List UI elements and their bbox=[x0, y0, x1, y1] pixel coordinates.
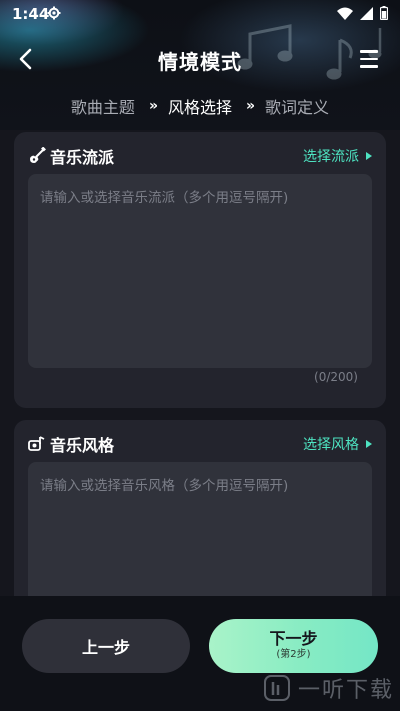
next-step-label: 下一步 bbox=[269, 629, 318, 648]
style-input[interactable] bbox=[28, 462, 372, 596]
watermark-logo-icon bbox=[263, 675, 290, 701]
form-content[interactable]: 音乐流派 选择流派 (0/200) 音乐风格 选择风格 bbox=[0, 130, 400, 596]
genre-title: 音乐流派 bbox=[28, 144, 114, 168]
status-icons bbox=[337, 6, 388, 20]
settings-gear-icon bbox=[47, 6, 61, 20]
step-indicator: 歌曲主题 » 风格选择 » 歌词定义 bbox=[0, 94, 400, 118]
watermark-text: 一听下载 bbox=[297, 678, 394, 703]
genre-card-header: 音乐流派 选择流派 bbox=[28, 144, 372, 168]
wifi-icon bbox=[337, 7, 353, 20]
signal-icon bbox=[360, 6, 373, 20]
step-song-theme[interactable]: 歌曲主题 bbox=[71, 94, 135, 118]
step-lyrics-define[interactable]: 歌词定义 bbox=[265, 94, 329, 118]
genre-title-text: 音乐流派 bbox=[50, 148, 115, 167]
genre-input[interactable] bbox=[28, 174, 372, 368]
genre-card: 音乐流派 选择流派 (0/200) bbox=[14, 132, 386, 408]
watermark: 一听下载 bbox=[262, 672, 394, 704]
battery-icon bbox=[380, 6, 388, 20]
hamburger-menu-icon[interactable] bbox=[360, 44, 388, 74]
select-genre-link[interactable]: 选择流派 bbox=[303, 146, 372, 166]
next-step-sublabel: (第2步) bbox=[276, 649, 311, 660]
step-separator-icon: » bbox=[246, 98, 255, 114]
style-title-text: 音乐风格 bbox=[50, 436, 115, 455]
style-card: 音乐风格 选择风格 bbox=[14, 420, 386, 596]
style-card-header: 音乐风格 选择风格 bbox=[28, 432, 372, 456]
triangle-right-icon bbox=[366, 152, 372, 160]
step-style-select[interactable]: 风格选择 bbox=[168, 94, 232, 118]
previous-step-button[interactable]: 上一步 bbox=[22, 619, 190, 673]
music-style-icon bbox=[28, 436, 45, 451]
status-bar: 1:44 bbox=[0, 0, 400, 28]
next-step-button[interactable]: 下一步 (第2步) bbox=[209, 619, 378, 673]
select-style-label: 选择风格 bbox=[303, 437, 359, 453]
select-genre-label: 选择流派 bbox=[303, 149, 359, 165]
triangle-right-icon bbox=[366, 440, 372, 448]
guitar-icon bbox=[30, 147, 46, 163]
genre-char-counter: (0/200) bbox=[314, 370, 358, 384]
step-separator-icon: » bbox=[148, 98, 158, 114]
status-time: 1:44 bbox=[12, 5, 50, 23]
style-title: 音乐风格 bbox=[28, 432, 114, 456]
app-bar: 情境模式 bbox=[0, 36, 400, 82]
page-title: 情境模式 bbox=[158, 50, 242, 74]
select-style-link[interactable]: 选择风格 bbox=[303, 434, 372, 454]
